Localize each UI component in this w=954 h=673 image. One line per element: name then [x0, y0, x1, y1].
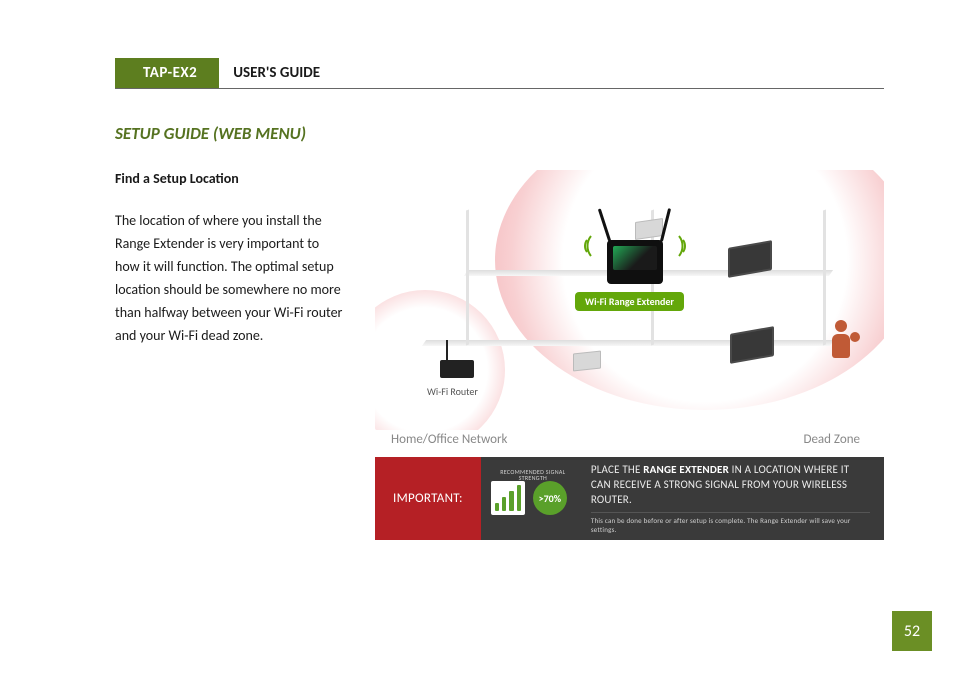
- wifi-waves-icon: [675, 232, 697, 260]
- banner-main-text: PLACE THE RANGE EXTENDER IN A LOCATION W…: [591, 463, 870, 508]
- important-label: IMPORTANT:: [375, 457, 481, 540]
- device-screen: [613, 246, 657, 270]
- router-icon: [440, 360, 474, 378]
- antenna-icon: [598, 208, 611, 241]
- content-columns: Find a Setup Location The location of wh…: [115, 170, 884, 540]
- caption-dead-zone: Dead Zone: [803, 432, 860, 447]
- important-banner: IMPORTANT: RECOMMENDED SIGNAL STRENGTH >…: [375, 457, 884, 540]
- recommended-signal-label: RECOMMENDED SIGNAL STRENGTH: [497, 469, 569, 482]
- document-page: TAP-EX2 USER'S GUIDE SETUP GUIDE (WEB ME…: [0, 0, 954, 673]
- illustration-captions: Home/Office Network Dead Zone: [375, 432, 884, 447]
- laptop-icon: [635, 218, 663, 240]
- percent-badge: >70%: [533, 481, 567, 515]
- banner-text-block: PLACE THE RANGE EXTENDER IN A LOCATION W…: [577, 457, 884, 540]
- caption-home-network: Home/Office Network: [391, 432, 507, 447]
- signal-strength-graphic: RECOMMENDED SIGNAL STRENGTH >70%: [481, 457, 577, 540]
- banner-sub-text: This can be done before or after setup i…: [591, 512, 870, 534]
- person-icon: [832, 320, 850, 358]
- left-column: Find a Setup Location The location of wh…: [115, 170, 345, 348]
- setup-illustration: Wi-Fi Range Extender Wi-Fi Router: [375, 170, 884, 430]
- laptop-icon: [573, 351, 601, 372]
- tv-icon: [730, 326, 774, 364]
- product-code-chip: TAP-EX2: [115, 58, 219, 88]
- doc-title: USER'S GUIDE: [219, 58, 320, 88]
- right-column: Wi-Fi Range Extender Wi-Fi Router Home/O…: [375, 170, 884, 540]
- wall: [823, 209, 826, 345]
- product-code-text: TAP-EX2: [143, 64, 197, 82]
- house-cutaway: Wi-Fi Range Extender Wi-Fi Router: [415, 200, 844, 390]
- section-title: SETUP GUIDE (WEB MENU): [115, 123, 884, 144]
- range-extender-device-icon: [595, 240, 675, 284]
- wall: [466, 209, 469, 345]
- banner-main-bold: RANGE EXTENDER: [643, 463, 729, 476]
- router-label: Wi-Fi Router: [427, 385, 478, 398]
- device-body: [607, 240, 663, 284]
- signal-bars-icon: [491, 481, 525, 515]
- page-header: TAP-EX2 USER'S GUIDE: [115, 58, 884, 89]
- body-paragraph: The location of where you install the Ra…: [115, 209, 345, 348]
- wifi-waves-icon: [573, 232, 595, 260]
- banner-main-pre: PLACE THE: [591, 463, 643, 476]
- page-number: 52: [892, 611, 932, 651]
- device-label-badge: Wi-Fi Range Extender: [575, 292, 684, 311]
- subsection-heading: Find a Setup Location: [115, 170, 345, 187]
